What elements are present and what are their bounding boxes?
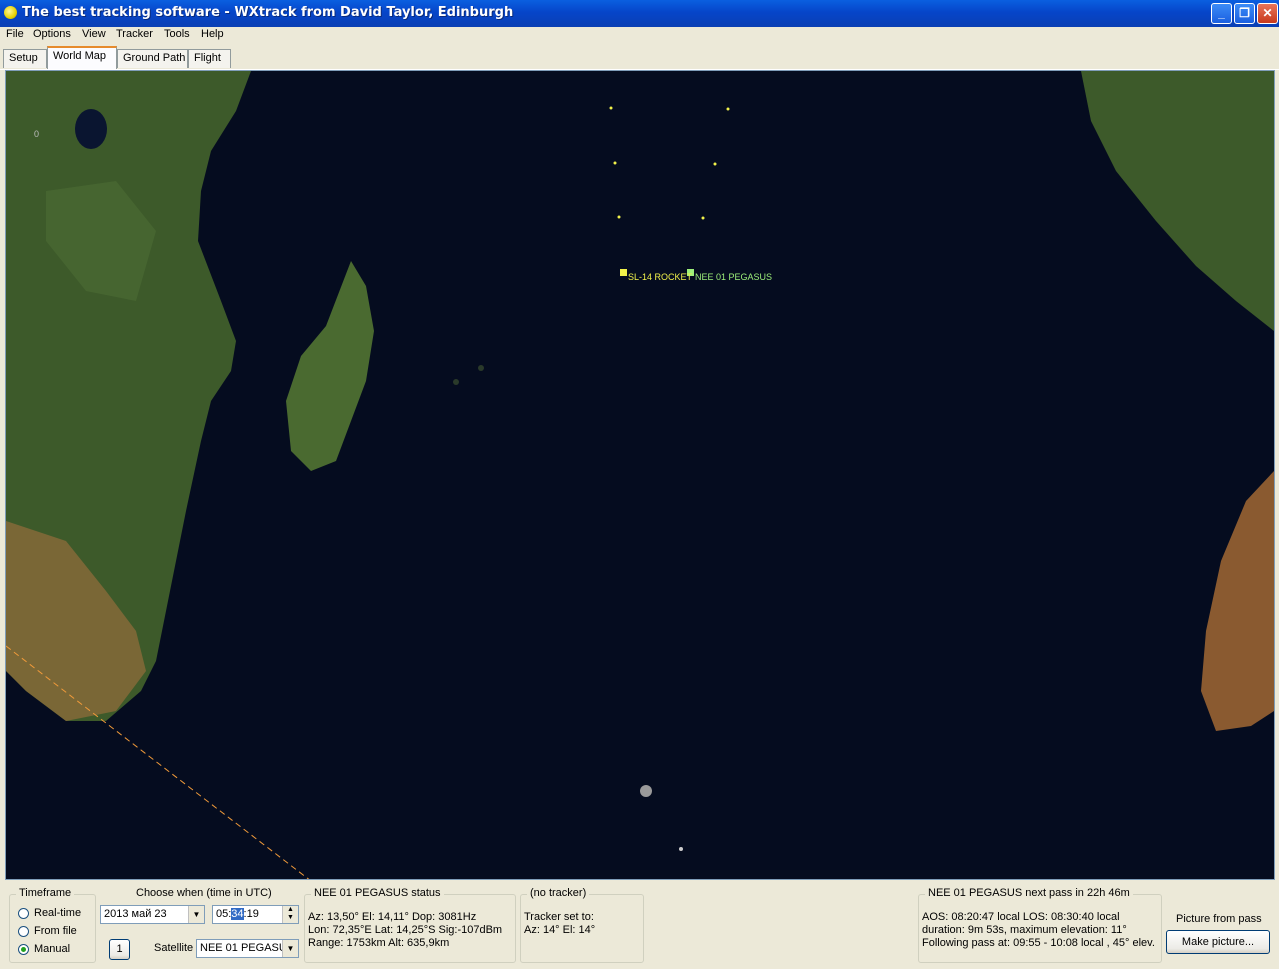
radio-manual-label[interactable]: Manual: [34, 943, 70, 955]
tab-setup[interactable]: Setup: [3, 49, 47, 68]
time-minutes-selected: 34: [231, 908, 244, 920]
island-1: [640, 785, 652, 797]
satellite-dropdown-icon[interactable]: ▼: [282, 940, 298, 957]
next-pass-line-2: duration: 9m 53s, maximum elevation: 11°: [922, 924, 1127, 936]
madagascar: [286, 261, 374, 471]
tab-flight[interactable]: Flight: [188, 49, 231, 68]
latitude-label: 0: [34, 129, 40, 139]
time-hours: 05:: [216, 908, 232, 920]
status-group: NEE 01 PEGASUS status Az: 13,50° El: 14,…: [304, 887, 516, 963]
close-button[interactable]: ✕: [1257, 3, 1278, 24]
tracker-title: (no tracker): [527, 887, 590, 899]
next-pass-line-1: AOS: 08:20:47 local LOS: 08:30:40 local: [922, 911, 1120, 923]
menu-file[interactable]: File: [6, 28, 24, 40]
app-icon[interactable]: [4, 6, 17, 19]
island-3: [478, 365, 484, 371]
satellite-pegasus-label: NEE 01 PEGASUS: [695, 272, 773, 282]
time-spinner-icon[interactable]: ▲ ▼: [282, 906, 298, 923]
date-picker[interactable]: 2013 май 23 ▼: [100, 905, 205, 924]
timeframe-group: Timeframe Real-time From file Manual: [9, 887, 96, 963]
range-markers: [609, 106, 730, 220]
next-pass-title: NEE 01 PEGASUS next pass in 22h 46m: [925, 887, 1133, 899]
minimize-button[interactable]: _: [1211, 3, 1232, 24]
menu-bar: File Options View Tracker Tools Help: [0, 27, 1279, 45]
radio-from-file-label[interactable]: From file: [34, 925, 77, 937]
tracker-line-1: Tracker set to:: [524, 911, 594, 923]
satellite-select-value: NEE 01 PEGASUS: [200, 942, 295, 954]
australia: [1201, 471, 1274, 731]
menu-view[interactable]: View: [82, 28, 106, 40]
tab-bar: Setup World Map Ground Path Flight: [0, 45, 1279, 70]
step-button[interactable]: 1: [109, 939, 130, 960]
status-title: NEE 01 PEGASUS status: [311, 887, 444, 899]
satellite-select[interactable]: NEE 01 PEGASUS ▼: [196, 939, 299, 958]
satellite-sl14-marker: [620, 269, 627, 276]
lake-victoria: [75, 109, 107, 149]
menu-help[interactable]: Help: [201, 28, 224, 40]
time-seconds: :19: [243, 908, 259, 920]
date-value: 2013 май 23: [104, 908, 167, 920]
menu-tools[interactable]: Tools: [164, 28, 190, 40]
radio-realtime-label[interactable]: Real-time: [34, 907, 81, 919]
satellite-sl14-label: SL-14 ROCKET: [628, 272, 693, 282]
bottom-panel: Timeframe Real-time From file Manual Cho…: [0, 882, 1279, 969]
tab-world-map[interactable]: World Map: [47, 46, 117, 69]
next-pass-group: NEE 01 PEGASUS next pass in 22h 46m AOS:…: [918, 887, 1162, 963]
status-line-2: Lon: 72,35°E Lat: 14,25°S Sig:-107dBm: [308, 924, 503, 936]
sumatra: [1081, 71, 1274, 331]
world-map[interactable]: 0 SL-14 ROCKET NEE 01 PEGASUS: [5, 70, 1275, 880]
map-canvas: [6, 71, 1274, 879]
island-4: [453, 379, 459, 385]
status-line-3: Range: 1753km Alt: 635,9km: [308, 937, 450, 949]
tab-ground-path[interactable]: Ground Path: [117, 49, 188, 68]
date-dropdown-icon[interactable]: ▼: [188, 906, 204, 923]
radio-realtime[interactable]: [18, 908, 29, 919]
window-title: The best tracking software - WXtrack fro…: [22, 5, 514, 20]
tracker-group: (no tracker) Tracker set to: Az: 14° El:…: [520, 887, 644, 963]
make-picture-button[interactable]: Make picture...: [1166, 930, 1270, 954]
choose-when-label: Choose when (time in UTC): [136, 887, 272, 899]
tracker-line-2: Az: 14° El: 14°: [524, 924, 596, 936]
radio-manual[interactable]: [18, 944, 29, 955]
menu-tracker[interactable]: Tracker: [116, 28, 153, 40]
time-input[interactable]: 05:34:19 ▲ ▼: [212, 905, 299, 924]
radio-from-file[interactable]: [18, 926, 29, 937]
title-bar[interactable]: The best tracking software - WXtrack fro…: [0, 0, 1279, 27]
status-line-1: Az: 13,50° El: 14,11° Dop: 3081Hz: [308, 911, 477, 923]
restore-button[interactable]: ❐: [1234, 3, 1255, 24]
satellite-label: Satellite: [154, 942, 194, 954]
island-2: [679, 847, 683, 851]
timeframe-title: Timeframe: [16, 887, 75, 899]
menu-options[interactable]: Options: [33, 28, 71, 40]
next-pass-line-3: Following pass at: 09:55 - 10:08 local ,…: [922, 937, 1155, 949]
picture-label: Picture from pass: [1176, 913, 1262, 925]
